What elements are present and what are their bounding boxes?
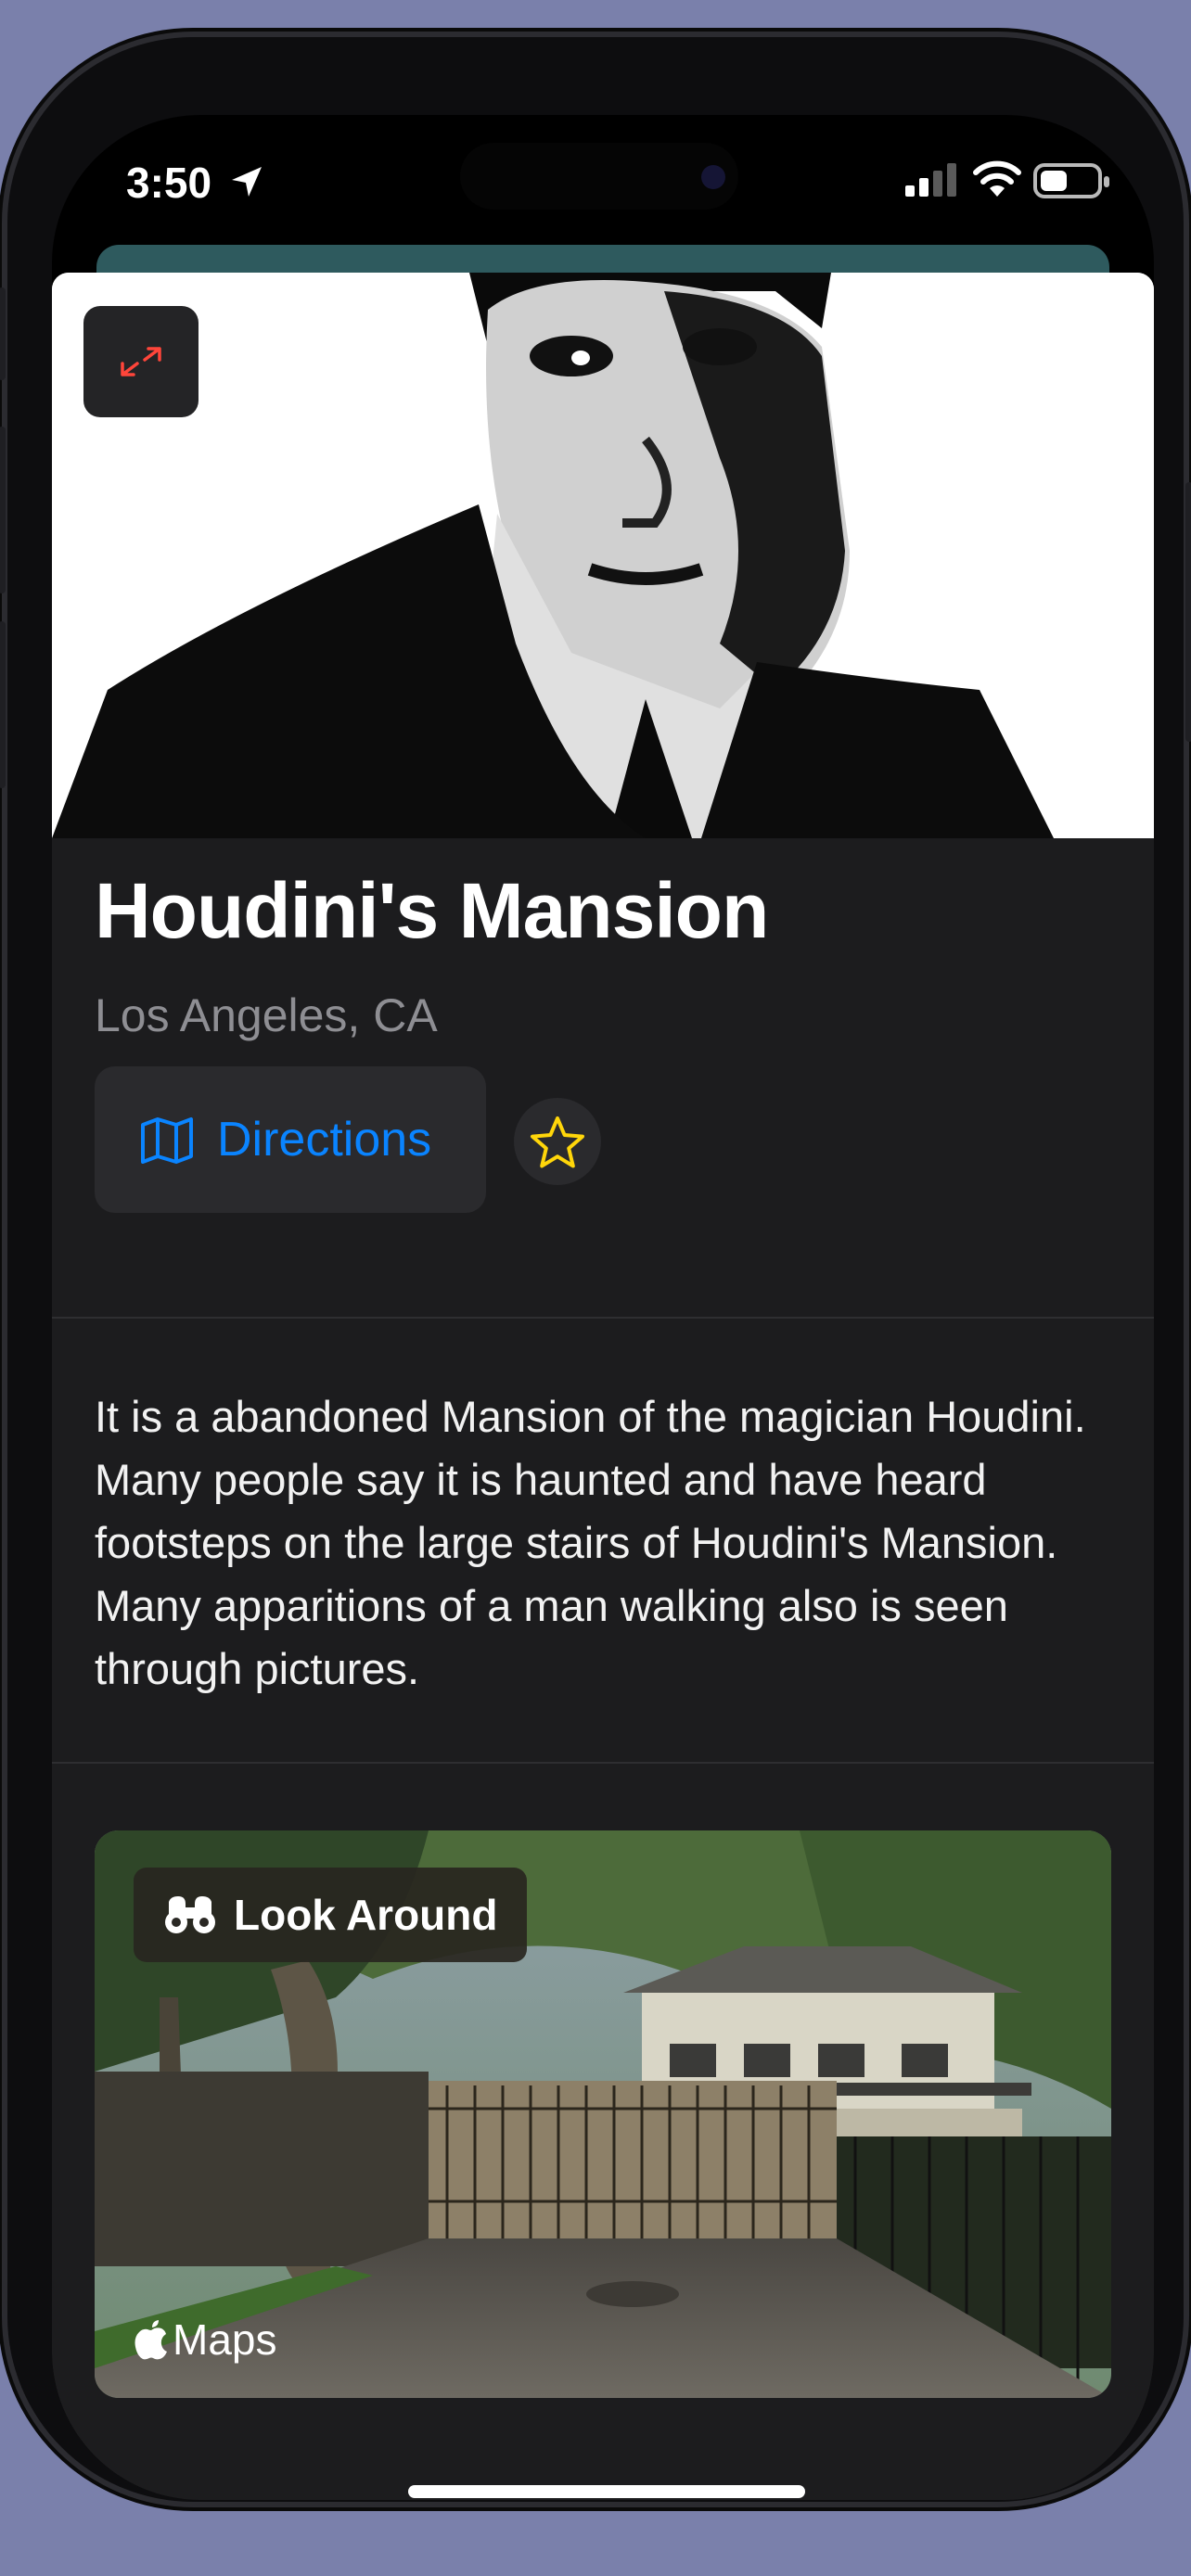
place-subtitle: Los Angeles, CA <box>95 989 438 1041</box>
star-icon <box>531 1116 584 1168</box>
phone-frame: 3:50 Houdini's Mansion Los Angeles, CA D… <box>0 37 1191 2502</box>
binoculars-icon <box>165 1896 215 1933</box>
place-photo <box>52 273 1154 838</box>
dynamic-island <box>460 143 738 210</box>
divider <box>52 1317 1154 1319</box>
power-button <box>1185 482 1191 742</box>
divider <box>52 1762 1154 1764</box>
directions-button[interactable]: Directions <box>95 1066 486 1213</box>
screen: 3:50 Houdini's Mansion Los Angeles, CA D… <box>52 115 1154 2500</box>
cellular-signal-icon <box>905 163 956 197</box>
status-time: 3:50 <box>126 159 212 207</box>
apple-logo-icon <box>134 2320 167 2360</box>
wifi-icon <box>973 160 1021 197</box>
place-detail-sheet: Houdini's Mansion Los Angeles, CA Direct… <box>52 273 1154 2500</box>
favorite-button[interactable] <box>514 1098 601 1185</box>
volume-up-button <box>0 427 6 593</box>
look-around-button[interactable]: Look Around <box>134 1868 528 1962</box>
apple-maps-attribution: Maps <box>134 2315 276 2365</box>
directions-label: Directions <box>217 1113 432 1167</box>
home-indicator[interactable] <box>408 2485 805 2498</box>
front-camera <box>701 165 725 189</box>
place-title: Houdini's Mansion <box>95 867 769 954</box>
location-arrow-icon <box>232 167 262 197</box>
map-icon <box>141 1117 193 1164</box>
expand-icon <box>121 347 161 376</box>
place-description: It is a abandoned Mansion of the magicia… <box>95 1392 1086 1693</box>
portrait-image <box>52 273 1154 838</box>
action-button <box>0 287 6 380</box>
collapse-expand-button[interactable] <box>83 306 198 417</box>
look-around-preview[interactable]: Look Around Maps <box>95 1830 1111 2398</box>
volume-down-button <box>0 621 6 788</box>
maps-label: Maps <box>173 2315 277 2364</box>
battery-icon <box>1033 163 1109 198</box>
look-around-label: Look Around <box>234 1891 498 1939</box>
